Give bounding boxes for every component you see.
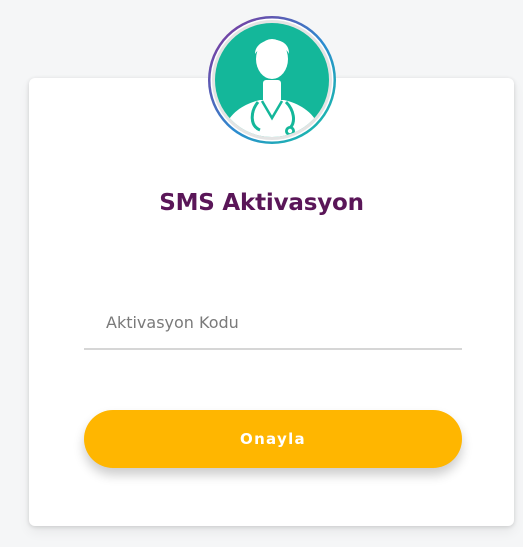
activation-code-input[interactable] (84, 296, 462, 350)
confirm-button[interactable]: Onayla (84, 410, 462, 468)
avatar (206, 14, 338, 146)
page-title: SMS Aktivasyon (159, 190, 364, 216)
activation-code-field (84, 296, 462, 352)
doctor-stethoscope-icon (208, 16, 336, 144)
